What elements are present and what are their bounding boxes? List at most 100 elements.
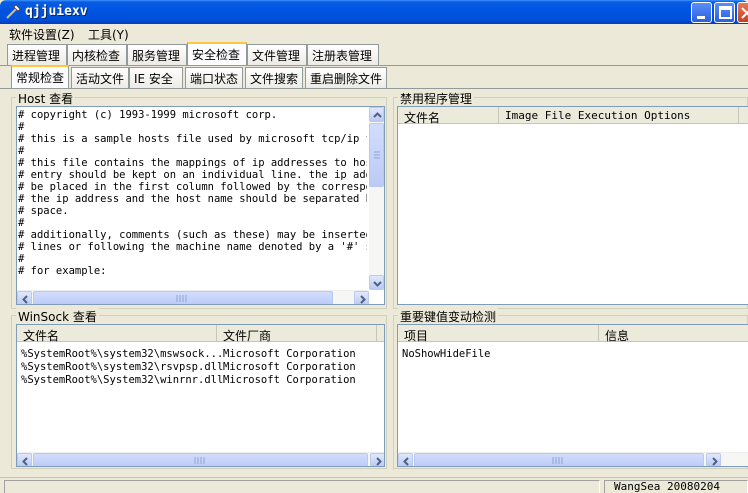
tab-registry[interactable]: 注册表管理: [307, 44, 379, 65]
chevron-right-icon: [712, 457, 718, 466]
tab-divider: [0, 65, 748, 66]
tab-port-status[interactable]: 端口状态: [185, 67, 243, 88]
winsock-file: %SystemRoot%\system32\mswsock...: [21, 348, 224, 360]
close-button[interactable]: [737, 2, 748, 23]
tab-services[interactable]: 服务管理: [127, 44, 187, 65]
column-header-filename[interactable]: 文件名: [17, 325, 217, 343]
minimize-button[interactable]: [691, 2, 712, 23]
scroll-left-button[interactable]: [17, 291, 32, 304]
winsock-vendor: Microsoft Corporation: [223, 374, 356, 386]
scroll-left-button[interactable]: [17, 453, 32, 466]
host-vscroll-thumb[interactable]: [369, 123, 384, 187]
regkey-hscrollbar[interactable]: [398, 452, 748, 466]
host-line: # be placed in the first column followed…: [18, 181, 367, 193]
scroll-left-button[interactable]: [398, 453, 413, 466]
winsock-hscrollbar[interactable]: [17, 452, 384, 466]
scroll-right-button[interactable]: [354, 291, 369, 304]
host-hscroll-thumb[interactable]: [33, 291, 333, 304]
host-panel-title: Host 查看: [16, 90, 76, 107]
status-panel-main: [4, 480, 600, 493]
primary-tab-strip: 进程管理 内核检查 服务管理 安全检查 文件管理 注册表管理: [0, 42, 748, 65]
regkey-panel: 重要键值变动检测 项目 信息 NoShowHideFile: [393, 308, 748, 469]
winsock-vendor: Microsoft Corporation: [223, 361, 356, 373]
grip-icon: [552, 457, 563, 464]
winsock-file: %SystemRoot%\system32\rsvpsp.dll: [21, 361, 224, 373]
host-line: # copyright (c) 1993-1999 microsoft corp…: [18, 109, 278, 121]
host-panel: Host 查看 # copyright (c) 1993-1999 micros…: [11, 90, 387, 309]
app-wand-icon: [6, 4, 21, 19]
winsock-panel-title: WinSock 查看: [16, 308, 99, 325]
chevron-left-icon: [22, 457, 28, 466]
host-vscrollbar[interactable]: [369, 107, 384, 290]
column-header-info[interactable]: 信息: [599, 325, 748, 343]
host-line: # this file contains the mappings of ip …: [18, 157, 367, 169]
grip-icon: [374, 151, 380, 159]
host-line: #: [18, 145, 25, 157]
host-file-viewer[interactable]: # copyright (c) 1993-1999 microsoft corp…: [16, 106, 385, 305]
regkey-list[interactable]: 项目 信息 NoShowHideFile: [397, 324, 748, 467]
regkey-item: NoShowHideFile: [402, 348, 491, 360]
host-line: #: [18, 121, 25, 133]
grip-icon: [176, 295, 187, 302]
tab-kernel[interactable]: 内核检查: [67, 44, 127, 65]
maximize-icon: [719, 6, 732, 19]
host-line: # the ip address and the host name shoul…: [18, 193, 367, 205]
title-bar[interactable]: qjjuiexv: [0, 0, 748, 24]
tab-reboot-delete[interactable]: 重启删除文件: [305, 67, 387, 88]
ifeo-panel: 禁用程序管理 文件名 Image File Execution Options: [393, 90, 748, 309]
host-line: # space.: [18, 205, 69, 217]
host-line: #: [18, 253, 25, 265]
scroll-right-button[interactable]: [370, 453, 384, 466]
status-text: WangSea 20080204: [614, 480, 720, 493]
winsock-hscroll-thumb[interactable]: [33, 453, 368, 466]
window-title: qjjuiexv: [25, 4, 88, 19]
chevron-right-icon: [360, 295, 366, 304]
regkey-panel-title: 重要键值变动检测: [398, 308, 499, 325]
tab-files[interactable]: 文件管理: [247, 44, 307, 65]
minimize-icon: [697, 16, 705, 19]
tab-security[interactable]: 安全检查: [187, 42, 247, 65]
column-header-filename[interactable]: 文件名: [398, 107, 499, 125]
host-line: # lines or following the machine name de…: [18, 241, 367, 253]
host-line: # for example:: [18, 265, 107, 277]
menu-settings[interactable]: 软件设置(Z): [9, 26, 75, 43]
regkey-list-header: 项目 信息: [398, 325, 748, 343]
chevron-left-icon: [403, 457, 409, 466]
host-line: # this is a sample hosts file used by mi…: [18, 133, 367, 145]
tab-ie-security[interactable]: IE 安全: [129, 67, 183, 88]
column-header-item[interactable]: 项目: [398, 325, 599, 343]
tab-divider-secondary: [0, 88, 748, 89]
tab-general-check[interactable]: 常规检查: [11, 65, 69, 88]
chevron-up-icon: [373, 112, 382, 118]
winsock-panel: WinSock 查看 文件名 文件厂商 %SystemRoot%\system3…: [11, 308, 387, 469]
winsock-vendor: Microsoft Corporation: [223, 348, 356, 360]
winsock-list[interactable]: 文件名 文件厂商 %SystemRoot%\system32\mswsock..…: [16, 324, 385, 467]
winsock-file: %SystemRoot%\System32\winrnr.dll: [21, 374, 224, 386]
ifeo-list-header: 文件名 Image File Execution Options: [398, 107, 748, 125]
scroll-up-button[interactable]: [369, 107, 384, 122]
host-hscrollbar[interactable]: [17, 290, 369, 304]
ifeo-list[interactable]: 文件名 Image File Execution Options: [397, 106, 748, 305]
regkey-hscroll-thumb[interactable]: [414, 453, 704, 466]
menu-bar: 软件设置(Z) 工具(Y): [0, 24, 748, 44]
status-bar: WangSea 20080204: [0, 477, 748, 493]
scroll-right-button[interactable]: [706, 453, 721, 466]
tab-process[interactable]: 进程管理: [7, 44, 67, 65]
host-line: # additionally, comments (such as these)…: [18, 229, 367, 241]
chevron-right-icon: [376, 457, 382, 466]
close-icon: [741, 7, 748, 19]
host-line: # entry should be kept on an individual …: [18, 169, 367, 181]
tab-active-files[interactable]: 活动文件: [71, 67, 129, 88]
column-header-ifeo[interactable]: Image File Execution Options: [499, 107, 739, 124]
host-line: #: [18, 217, 25, 229]
column-header-vendor[interactable]: 文件厂商: [217, 325, 377, 343]
host-text-lines: # copyright (c) 1993-1999 microsoft corp…: [18, 109, 367, 277]
chevron-left-icon: [22, 295, 28, 304]
chevron-down-icon: [373, 281, 382, 287]
scroll-down-button[interactable]: [369, 275, 384, 290]
grip-icon: [194, 457, 205, 464]
winsock-list-header: 文件名 文件厂商: [17, 325, 384, 343]
menu-tools[interactable]: 工具(Y): [88, 26, 129, 43]
tab-file-search[interactable]: 文件搜索: [245, 67, 303, 88]
maximize-button[interactable]: [714, 2, 735, 23]
